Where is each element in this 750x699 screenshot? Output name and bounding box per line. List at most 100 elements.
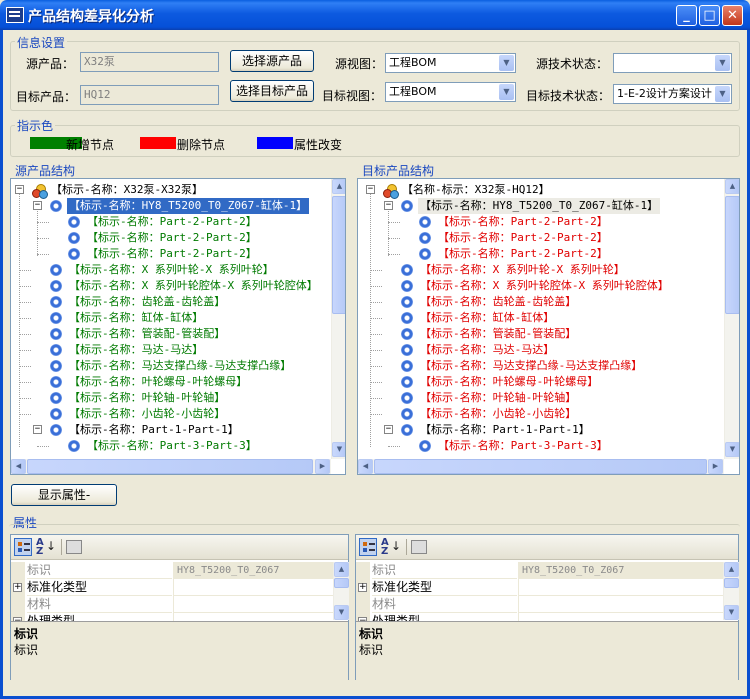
tree-node[interactable]: 【标示-名称：Part-2-Part-2】 — [358, 246, 724, 262]
property-pages-icon[interactable] — [411, 540, 427, 554]
tree-node[interactable]: 【标示-名称：叶轮螺母-叶轮螺母】 — [11, 374, 331, 390]
scroll-left-icon[interactable]: ◀ — [358, 459, 373, 474]
tree-node[interactable]: 【标示-名称：缸体-缸体】 — [11, 310, 331, 326]
expand-icon[interactable]: + — [13, 583, 22, 592]
scroll-thumb[interactable] — [332, 196, 345, 314]
source-tech-select[interactable]: ▼ — [613, 53, 732, 73]
tree-node[interactable]: 【标示-名称：叶轮螺母-叶轮螺母】 — [358, 374, 724, 390]
collapse-icon[interactable]: − — [33, 425, 42, 434]
close-button[interactable]: ✕ — [722, 5, 743, 26]
tree-node[interactable]: 【标示-名称：马达-马达】 — [11, 342, 331, 358]
tree-node[interactable]: 【标示-名称：管装配-管装配】 — [358, 326, 724, 342]
source-tree-vscrollbar[interactable]: ▲ ▼ — [331, 179, 345, 459]
property-row[interactable]: 材料 — [11, 596, 333, 613]
categorized-icon[interactable] — [359, 538, 377, 556]
property-row[interactable]: − 处理类型 — [11, 613, 333, 621]
scroll-down-icon[interactable]: ▼ — [334, 605, 349, 620]
tree-node[interactable]: 【标示-名称：Part-3-Part-3】 — [358, 438, 724, 454]
property-value[interactable]: HY8_T5200_T0_Z067 — [173, 562, 333, 579]
sort-alphabetical-icon[interactable]: AZ — [36, 538, 44, 557]
scroll-up-icon[interactable]: ▲ — [724, 562, 739, 577]
tree-node[interactable]: 【标示-名称：小齿轮-小齿轮】 — [358, 406, 724, 422]
property-value[interactable] — [518, 596, 723, 613]
sort-alphabetical-icon[interactable]: AZ — [381, 538, 389, 557]
minimize-button[interactable]: _ — [676, 5, 697, 26]
target-product-field[interactable]: HQ12 — [80, 85, 219, 105]
tree-node[interactable]: 【标示-名称：Part-2-Part-2】 — [11, 214, 331, 230]
tree-node[interactable]: 【标示-名称：马达支撑凸缘-马达支撑凸缘】 — [11, 358, 331, 374]
tree-node[interactable]: 【标示-名称：X 系列叶轮腔体-X 系列叶轮腔体】 — [358, 278, 724, 294]
scroll-thumb[interactable] — [725, 196, 739, 314]
target-view-select[interactable]: 工程BOM ▼ — [385, 82, 516, 102]
property-value[interactable] — [173, 613, 333, 621]
tree-node[interactable]: 【标示-名称：Part-3-Part-3】 — [11, 438, 331, 454]
chevron-down-icon[interactable]: ▼ — [715, 86, 730, 102]
tree-node[interactable]: − 【标示-名称：HY8_T5200_T0_Z067-缸体-1】 — [358, 198, 724, 214]
tree-root-node[interactable]: − 【名称-标示：X32泵-HQ12】 — [358, 182, 724, 199]
collapse-icon[interactable]: − — [384, 425, 393, 434]
tree-node[interactable]: 【标示-名称：叶轮轴-叶轮轴】 — [11, 390, 331, 406]
target-tree-hscrollbar[interactable]: ◀ ▶ — [358, 459, 724, 474]
property-pages-icon[interactable] — [66, 540, 82, 554]
tree-node[interactable]: 【标示-名称：齿轮盖-齿轮盖】 — [358, 294, 724, 310]
property-row[interactable]: 标识 HY8_T5200_T0_Z067 — [356, 562, 723, 579]
collapse-icon[interactable]: − — [384, 201, 393, 210]
tree-node[interactable]: − 【标示-名称：HY8_T5200_T0_Z067-缸体-1】 — [11, 198, 331, 214]
chevron-down-icon[interactable]: ▼ — [715, 55, 730, 71]
scroll-up-icon[interactable]: ▲ — [334, 562, 349, 577]
property-row[interactable]: + 标准化类型 — [356, 579, 723, 596]
tree-node[interactable]: 【标示-名称：叶轮轴-叶轮轴】 — [358, 390, 724, 406]
source-tree[interactable]: − 【标示-名称：X32泵-X32泵】 − 【标示-名称：HY8_T5200_T0_Z… — [10, 178, 346, 475]
tree-node[interactable]: 【标示-名称：马达支撑凸缘-马达支撑凸缘】 — [358, 358, 724, 374]
property-row[interactable]: − 处理类型 — [356, 613, 723, 621]
collapse-icon[interactable]: − — [366, 185, 375, 194]
collapse-icon[interactable]: − — [15, 185, 24, 194]
property-row[interactable]: + 标准化类型 — [11, 579, 333, 596]
tree-root-node[interactable]: − 【标示-名称：X32泵-X32泵】 — [11, 182, 331, 199]
select-source-button[interactable]: 选择源产品 — [230, 50, 314, 72]
tree-node[interactable]: 【标示-名称：马达-马达】 — [358, 342, 724, 358]
show-properties-button[interactable]: 显示属性- — [11, 484, 117, 506]
source-view-select[interactable]: 工程BOM ▼ — [385, 53, 516, 73]
tree-node[interactable]: 【标示-名称：小齿轮-小齿轮】 — [11, 406, 331, 422]
tree-node[interactable]: − 【标示-名称：Part-1-Part-1】 — [11, 422, 331, 438]
left-property-grid[interactable]: A Z ↓ 标识 HY8_T5200_T0_Z067 + 标准化类型 材料 − 处理类型 ▲ ▼ 标识标… — [10, 534, 349, 680]
scroll-down-icon[interactable]: ▼ — [332, 442, 345, 457]
source-tree-hscrollbar[interactable]: ◀ ▶ — [11, 459, 331, 474]
tree-node[interactable]: 【标示-名称：X 系列叶轮腔体-X 系列叶轮腔体】 — [11, 278, 331, 294]
scroll-thumb[interactable] — [724, 578, 739, 588]
scroll-right-icon[interactable]: ▶ — [315, 459, 330, 474]
property-value[interactable] — [518, 613, 723, 621]
target-tech-select[interactable]: 1-E-2设计方案设计 ▼ — [613, 84, 732, 104]
right-property-grid[interactable]: A Z ↓ 标识 HY8_T5200_T0_Z067 + 标准化类型 材料 − 处理类型 ▲ ▼ 标识标… — [355, 534, 739, 680]
tree-node[interactable]: 【标示-名称：Part-2-Part-2】 — [358, 214, 724, 230]
scroll-left-icon[interactable]: ◀ — [11, 459, 26, 474]
tree-node[interactable]: − 【标示-名称：Part-1-Part-1】 — [358, 422, 724, 438]
tree-node[interactable]: 【标示-名称：齿轮盖-齿轮盖】 — [11, 294, 331, 310]
property-value[interactable] — [173, 596, 333, 613]
scroll-thumb[interactable] — [374, 459, 707, 474]
target-tree-vscrollbar[interactable]: ▲ ▼ — [724, 179, 739, 459]
property-vscrollbar[interactable]: ▲ ▼ — [723, 562, 739, 620]
select-target-button[interactable]: 选择目标产品 — [230, 80, 314, 102]
property-vscrollbar[interactable]: ▲ ▼ — [333, 562, 349, 620]
scroll-thumb[interactable] — [27, 459, 313, 474]
property-value[interactable]: HY8_T5200_T0_Z067 — [518, 562, 723, 579]
tree-node[interactable]: 【标示-名称：X 系列叶轮-X 系列叶轮】 — [358, 262, 724, 278]
property-row[interactable]: 材料 — [356, 596, 723, 613]
tree-node[interactable]: 【标示-名称：缸体-缸体】 — [358, 310, 724, 326]
source-product-field[interactable]: X32泵 — [80, 52, 219, 72]
chevron-down-icon[interactable]: ▼ — [499, 55, 514, 71]
scroll-up-icon[interactable]: ▲ — [725, 179, 739, 194]
scroll-right-icon[interactable]: ▶ — [708, 459, 723, 474]
property-value[interactable] — [518, 579, 723, 596]
scroll-down-icon[interactable]: ▼ — [725, 442, 739, 457]
tree-node[interactable]: 【标示-名称：Part-2-Part-2】 — [358, 230, 724, 246]
tree-node[interactable]: 【标示-名称：X 系列叶轮-X 系列叶轮】 — [11, 262, 331, 278]
categorized-icon[interactable] — [14, 538, 32, 556]
tree-node[interactable]: 【标示-名称：Part-2-Part-2】 — [11, 230, 331, 246]
property-row[interactable]: 标识 HY8_T5200_T0_Z067 — [11, 562, 333, 579]
scroll-thumb[interactable] — [334, 578, 349, 588]
tree-node[interactable]: 【标示-名称：Part-2-Part-2】 — [11, 246, 331, 262]
target-tree[interactable]: − 【名称-标示：X32泵-HQ12】 − 【标示-名称：HY8_T5200_T0_Z… — [357, 178, 740, 475]
